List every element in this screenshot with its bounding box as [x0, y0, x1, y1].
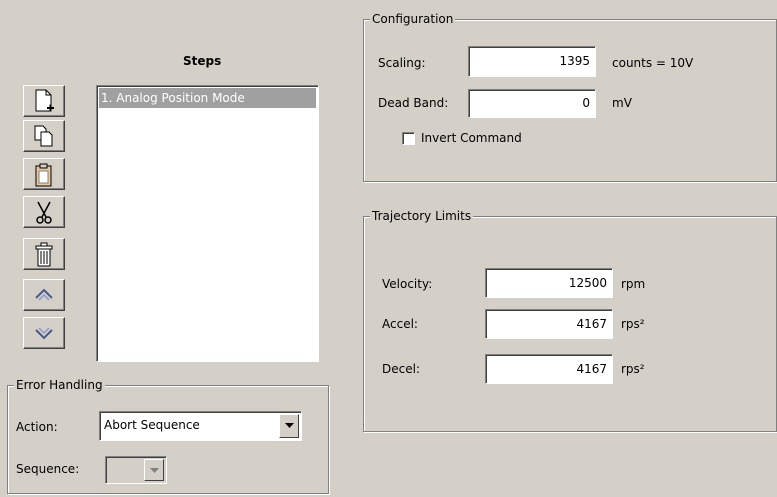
deadband-label: Dead Band:: [378, 96, 449, 110]
sequence-dropdown-button: [144, 459, 164, 481]
velocity-unit: rpm: [621, 277, 646, 291]
velocity-input[interactable]: 12500: [485, 268, 613, 298]
copy-icon: [34, 125, 53, 147]
scaling-label: Scaling:: [378, 56, 426, 70]
paste-step-button[interactable]: [23, 158, 65, 190]
scaling-unit: counts = 10V: [612, 56, 694, 70]
decel-input[interactable]: 4167: [485, 354, 613, 384]
action-label: Action:: [16, 420, 58, 434]
error-handling-group: Error Handling Action: Abort Sequence Se…: [7, 378, 329, 494]
delete-step-button[interactable]: [23, 238, 65, 270]
move-up-button[interactable]: [23, 279, 65, 311]
error-handling-title: Error Handling: [14, 378, 105, 392]
cut-icon: [36, 201, 52, 224]
move-down-button[interactable]: [23, 317, 65, 349]
decel-label: Decel:: [382, 362, 420, 376]
action-select[interactable]: Abort Sequence: [99, 411, 302, 441]
chevron-down-icon: [150, 468, 159, 473]
velocity-label: Velocity:: [382, 277, 433, 291]
copy-step-button[interactable]: [23, 120, 65, 152]
accel-input[interactable]: 4167: [485, 309, 613, 339]
configuration-group: Configuration Scaling: 1395 counts = 10V…: [363, 12, 777, 182]
deadband-unit: mV: [612, 96, 632, 110]
delete-icon: [35, 242, 53, 267]
invert-command-label[interactable]: Invert Command: [421, 131, 522, 145]
move-up-icon: [35, 288, 53, 301]
steps-title: Steps: [183, 54, 222, 68]
action-select-value: Abort Sequence: [104, 418, 200, 432]
trajectory-limits-title: Trajectory Limits: [370, 209, 474, 223]
new-step-button[interactable]: [23, 85, 65, 117]
new-step-icon: [35, 89, 54, 112]
list-item[interactable]: 1. Analog Position Mode: [99, 88, 316, 108]
steps-list[interactable]: 1. Analog Position Mode: [96, 85, 319, 362]
configuration-title: Configuration: [370, 12, 456, 26]
paste-icon: [35, 163, 52, 187]
accel-unit: rps²: [621, 317, 645, 331]
chevron-down-icon: [285, 423, 294, 428]
invert-command-checkbox[interactable]: [402, 132, 415, 145]
accel-label: Accel:: [382, 317, 418, 331]
action-dropdown-button[interactable]: [279, 414, 299, 438]
sequence-select: [105, 456, 167, 484]
move-down-icon: [35, 327, 53, 340]
sequence-label: Sequence:: [16, 462, 80, 476]
cut-step-button[interactable]: [23, 196, 65, 228]
decel-unit: rps²: [621, 362, 645, 376]
trajectory-limits-group: Trajectory Limits Velocity: 12500 rpm Ac…: [363, 209, 777, 432]
scaling-input[interactable]: 1395: [468, 46, 596, 77]
deadband-input[interactable]: 0: [468, 89, 596, 118]
